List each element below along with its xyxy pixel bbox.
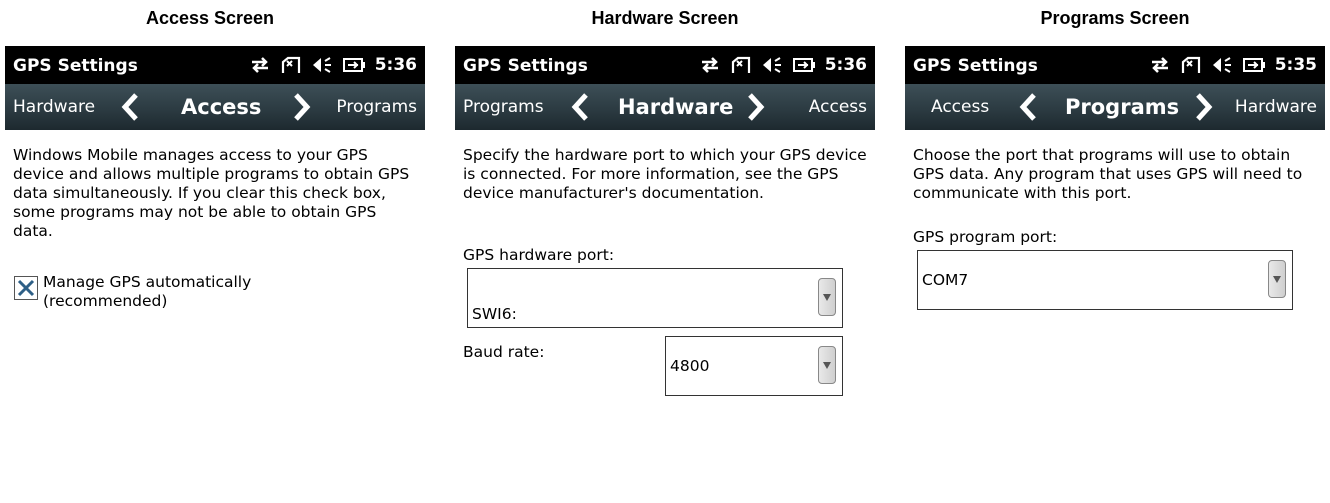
caption-access: Access Screen bbox=[145, 8, 275, 28]
nav-current-title: Access bbox=[181, 95, 262, 119]
checkbox-label-line1: Manage GPS automatically bbox=[43, 273, 252, 291]
chevron-left-icon[interactable] bbox=[1019, 92, 1039, 122]
checkbox-label-line2: (recommended) bbox=[43, 292, 168, 310]
nav-bar: Hardware Access Programs bbox=[5, 84, 425, 130]
wifi-icon bbox=[280, 56, 302, 74]
content-area: Specify the hardware port to which your … bbox=[455, 130, 875, 503]
nav-current-title: Programs bbox=[1065, 95, 1180, 119]
clock: 5:36 bbox=[824, 55, 867, 75]
gps-program-port-value: COM7 bbox=[922, 271, 969, 289]
battery-icon bbox=[1242, 56, 1266, 74]
caption-programs: Programs Screen bbox=[1040, 8, 1190, 28]
clock: 5:35 bbox=[1274, 55, 1317, 75]
programs-screen: GPS Settings 5:35 Access Programs Hardwa… bbox=[905, 46, 1325, 503]
speaker-icon bbox=[761, 56, 783, 74]
speaker-icon bbox=[1211, 56, 1233, 74]
nav-next-access[interactable]: Access bbox=[809, 97, 867, 117]
manage-gps-label[interactable]: Manage GPS automatically (recommended) bbox=[43, 273, 251, 311]
baud-rate-value: 4800 bbox=[670, 357, 710, 375]
content-area: Choose the port that programs will use t… bbox=[905, 130, 1325, 503]
clock: 5:36 bbox=[374, 55, 417, 75]
gps-program-port-label: GPS program port: bbox=[913, 228, 1058, 246]
gps-hardware-port-value: SWI6: bbox=[472, 305, 517, 323]
app-title: GPS Settings bbox=[13, 56, 138, 76]
nav-current-title: Hardware bbox=[618, 95, 734, 119]
wifi-icon bbox=[1180, 56, 1202, 74]
nav-bar: Access Programs Hardware bbox=[905, 84, 1325, 130]
access-screen: GPS Settings 5:36 Hardware Access Progra… bbox=[5, 46, 425, 503]
content-area: Windows Mobile manages access to your GP… bbox=[5, 130, 425, 503]
nav-prev-access[interactable]: Access bbox=[931, 97, 989, 117]
hardware-screen: GPS Settings 5:36 Programs Hardware Acce… bbox=[455, 46, 875, 503]
battery-icon bbox=[792, 56, 816, 74]
nav-next-programs[interactable]: Programs bbox=[336, 97, 417, 117]
app-title: GPS Settings bbox=[463, 56, 588, 76]
gps-hardware-port-dropdown[interactable]: SWI6: bbox=[467, 268, 843, 328]
wifi-icon bbox=[730, 56, 752, 74]
baud-rate-dropdown[interactable]: 4800 bbox=[665, 336, 843, 396]
nav-next-hardware[interactable]: Hardware bbox=[1235, 97, 1317, 117]
gps-hardware-port-label: GPS hardware port: bbox=[463, 246, 615, 264]
status-bar: GPS Settings 5:35 bbox=[905, 46, 1325, 84]
nav-bar: Programs Hardware Access bbox=[455, 84, 875, 130]
description: Specify the hardware port to which your … bbox=[463, 146, 867, 202]
dropdown-arrow-icon[interactable] bbox=[1268, 260, 1286, 298]
dropdown-arrow-icon[interactable] bbox=[818, 278, 836, 316]
app-title: GPS Settings bbox=[913, 56, 1038, 76]
speaker-icon bbox=[311, 56, 333, 74]
chevron-left-icon[interactable] bbox=[571, 92, 591, 122]
data-sync-icon bbox=[1149, 56, 1171, 74]
nav-prev-programs[interactable]: Programs bbox=[463, 97, 544, 117]
manage-gps-checkbox[interactable] bbox=[14, 276, 38, 300]
nav-prev-hardware[interactable]: Hardware bbox=[13, 97, 95, 117]
checkmark-x-icon bbox=[17, 279, 35, 297]
description: Windows Mobile manages access to your GP… bbox=[13, 146, 410, 240]
status-bar: GPS Settings 5:36 bbox=[5, 46, 425, 84]
chevron-left-icon[interactable] bbox=[121, 92, 141, 122]
status-bar: GPS Settings 5:36 bbox=[455, 46, 875, 84]
chevron-right-icon[interactable] bbox=[745, 92, 765, 122]
data-sync-icon bbox=[249, 56, 271, 74]
baud-rate-label: Baud rate: bbox=[463, 343, 545, 361]
description: Choose the port that programs will use t… bbox=[913, 146, 1303, 202]
battery-icon bbox=[342, 56, 366, 74]
gps-program-port-dropdown[interactable]: COM7 bbox=[917, 250, 1293, 310]
data-sync-icon bbox=[699, 56, 721, 74]
caption-hardware: Hardware Screen bbox=[591, 8, 739, 28]
chevron-right-icon[interactable] bbox=[1193, 92, 1213, 122]
dropdown-arrow-icon[interactable] bbox=[818, 346, 836, 384]
chevron-right-icon[interactable] bbox=[291, 92, 311, 122]
